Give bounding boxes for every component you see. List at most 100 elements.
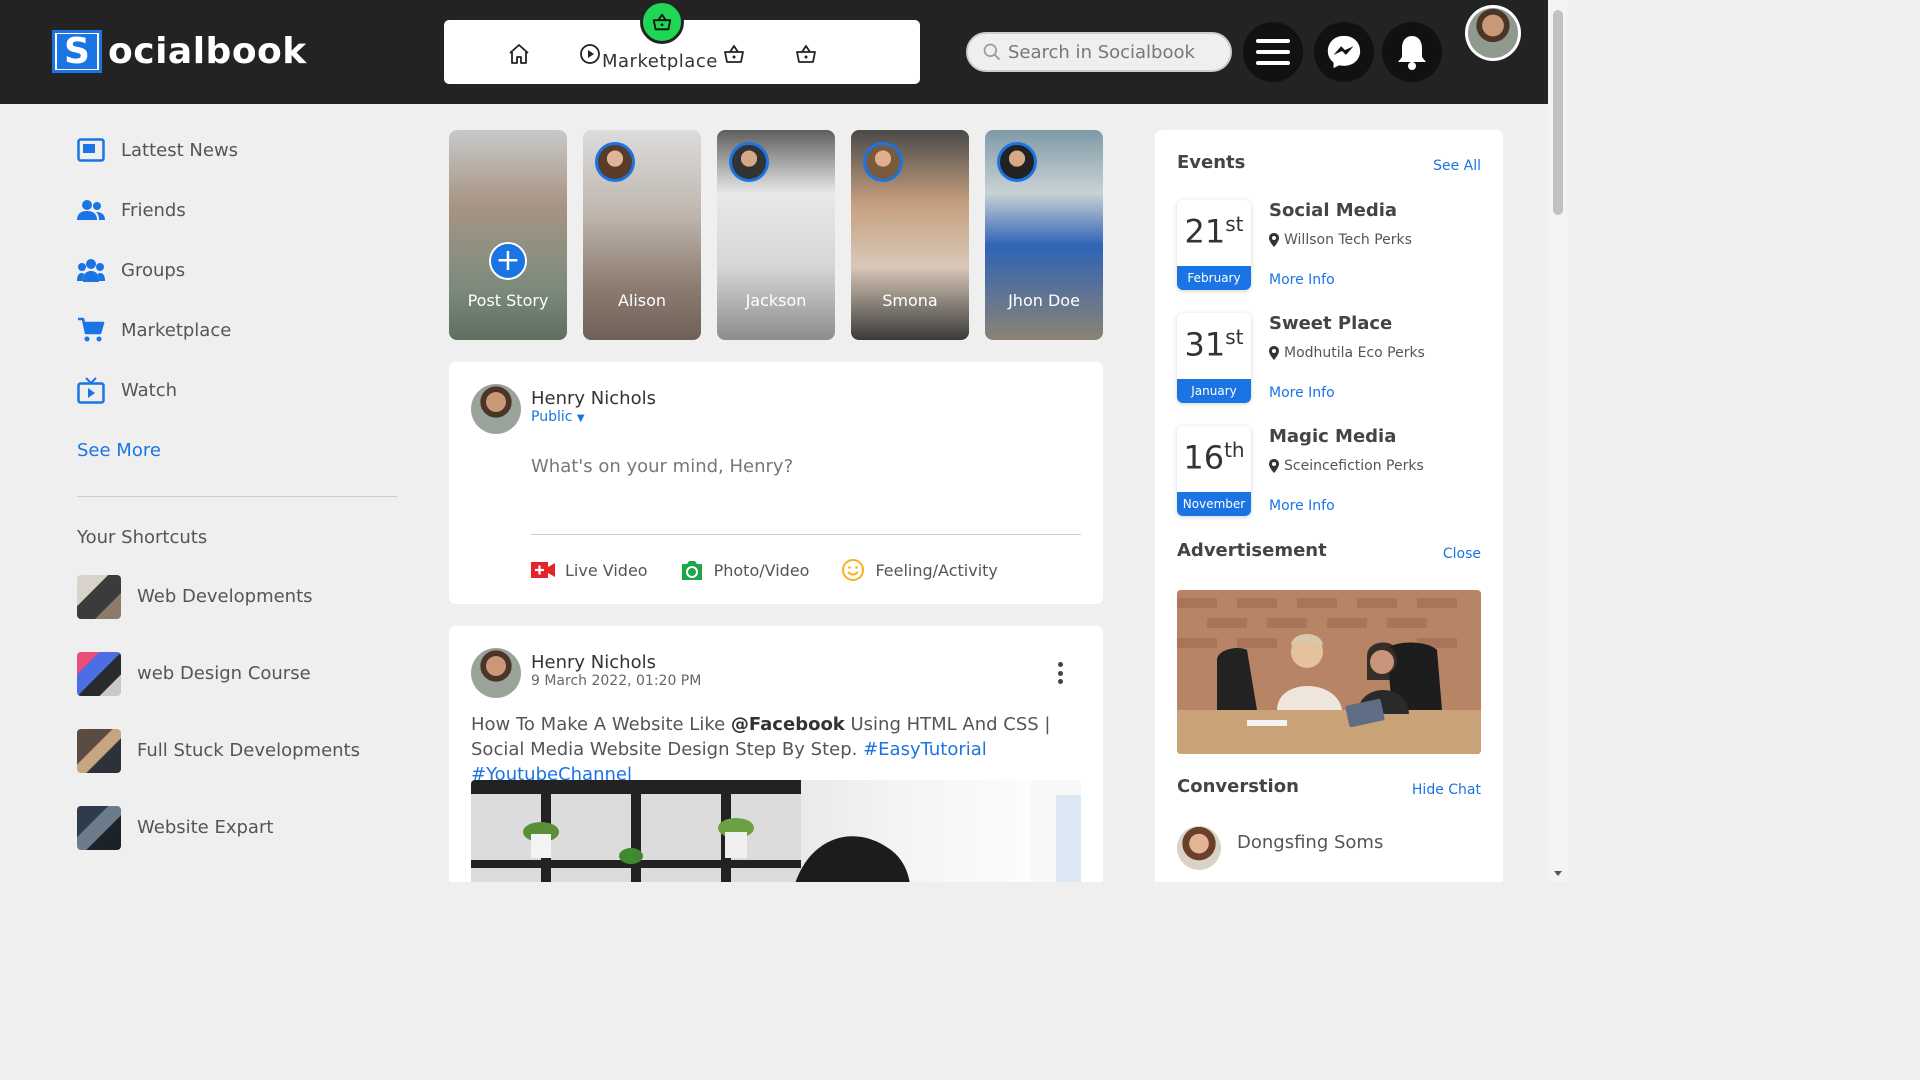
avatar[interactable] — [471, 384, 521, 434]
camera-icon — [681, 561, 702, 580]
add-story-icon[interactable]: + — [489, 242, 527, 280]
menu-button[interactable] — [1243, 22, 1303, 82]
divider — [77, 496, 397, 497]
action-label: Photo/Video — [713, 560, 810, 580]
shortcut-item[interactable]: web Design Course — [77, 635, 397, 712]
chat-contact-name: Dongsfing Soms — [1237, 831, 1384, 853]
shortcut-item[interactable]: Full Stuck Developments — [77, 712, 397, 789]
feeling-activity-button[interactable]: Feeling/Activity — [841, 558, 998, 582]
messenger-button[interactable] — [1314, 22, 1374, 82]
top-navbar: S ocialbook Marketplace — [0, 0, 1548, 104]
basket-icon[interactable] — [794, 42, 818, 66]
notifications-button[interactable] — [1382, 22, 1442, 82]
user-name[interactable]: Henry Nichols — [531, 388, 656, 409]
event-month: February — [1177, 266, 1251, 290]
more-info-link[interactable]: More Info — [1269, 272, 1335, 288]
photo-video-button[interactable]: Photo/Video — [680, 558, 810, 582]
live-video-button[interactable]: Live Video — [531, 558, 648, 582]
more-info-link[interactable]: More Info — [1269, 498, 1335, 514]
logo-mark: S — [52, 30, 102, 73]
basket-icon — [652, 13, 672, 31]
marketplace-nav-active[interactable] — [640, 0, 684, 44]
shortcut-item[interactable]: Website Expart — [77, 789, 397, 866]
post-text-part: How To Make A Website Like — [471, 714, 731, 735]
hashtag-link[interactable]: #EasyTutorial — [863, 739, 987, 760]
profile-avatar[interactable] — [1465, 5, 1521, 61]
search-icon — [983, 43, 1001, 61]
avatar[interactable] — [471, 648, 521, 698]
sidebar-item-label: Marketplace — [121, 319, 232, 341]
messenger-icon — [1327, 35, 1361, 69]
map-pin-icon — [1269, 459, 1279, 473]
user-name[interactable]: Henry Nichols — [531, 652, 701, 673]
chat-contact[interactable]: Dongsfing Soms — [1177, 826, 1383, 870]
advertisement-image[interactable] — [1177, 590, 1481, 754]
event-location-text: Modhutila Eco Perks — [1284, 345, 1425, 361]
sidebar-item-friends[interactable]: Friends — [77, 180, 397, 240]
play-icon[interactable] — [578, 42, 602, 66]
sidebar-item-marketplace[interactable]: Marketplace — [77, 300, 397, 360]
event-item: 16th November Magic Media Sceincefiction… — [1177, 426, 1487, 516]
advertisement-title: Advertisement — [1177, 540, 1327, 561]
more-options-icon[interactable] — [1057, 662, 1063, 684]
post-image[interactable] — [471, 780, 1081, 882]
shortcut-thumbnail — [77, 574, 121, 619]
action-label: Feeling/Activity — [875, 560, 998, 580]
shortcut-label: Full Stuck Developments — [137, 740, 360, 761]
privacy-selector[interactable]: Public ▼ — [531, 409, 656, 425]
story-card[interactable]: Smona — [851, 130, 969, 340]
event-day: 16 — [1183, 438, 1225, 477]
event-title: Magic Media — [1269, 426, 1397, 447]
stories-row: + Post Story Alison Jackson Smona Jhon D… — [449, 130, 1103, 340]
mention-link[interactable]: @Facebook — [731, 714, 845, 735]
sidebar-item-news[interactable]: Lattest News — [77, 120, 397, 180]
map-pin-icon — [1269, 233, 1279, 247]
event-date: 16th November — [1177, 426, 1251, 516]
composer-input[interactable]: What's on your mind, Henry? — [531, 456, 793, 477]
search-input[interactable] — [1008, 41, 1218, 63]
scrollbar-thumb[interactable] — [1553, 10, 1563, 215]
page-scrollbar[interactable] — [1548, 0, 1568, 882]
shortcut-thumbnail — [77, 805, 121, 850]
shortcut-item[interactable]: Web Developments — [77, 558, 397, 635]
sidebar-item-watch[interactable]: Watch — [77, 360, 397, 420]
story-avatar — [997, 142, 1037, 182]
action-label: Live Video — [565, 560, 648, 580]
story-avatar — [729, 142, 769, 182]
avatar — [1468, 8, 1518, 58]
event-item: 31st January Sweet Place Modhutila Eco P… — [1177, 313, 1487, 403]
smile-icon — [842, 559, 865, 581]
event-day: 31 — [1184, 325, 1226, 364]
story-name: Smona — [882, 291, 938, 310]
tv-icon — [77, 376, 105, 404]
story-card[interactable]: Alison — [583, 130, 701, 340]
post-date: 9 March 2022, 01:20 PM — [531, 673, 702, 689]
sidebar-item-label: Groups — [121, 259, 186, 281]
menu-icon — [1256, 39, 1290, 65]
divider — [531, 534, 1081, 535]
story-card[interactable]: Jackson — [717, 130, 835, 340]
logo[interactable]: S ocialbook — [52, 30, 307, 73]
scroll-down-arrow-icon[interactable] — [1554, 871, 1562, 876]
hide-chat-link[interactable]: Hide Chat — [1412, 782, 1481, 798]
sidebar-item-groups[interactable]: Groups — [77, 240, 397, 300]
right-sidebar: Events See All 21st February Social Medi… — [1155, 130, 1503, 882]
see-all-link[interactable]: See All — [1433, 158, 1481, 174]
event-location-text: Sceincefiction Perks — [1284, 458, 1424, 474]
story-avatar — [863, 142, 903, 182]
home-icon[interactable] — [507, 42, 531, 66]
shortcuts-title: Your Shortcuts — [77, 527, 208, 548]
logo-text: ocialbook — [108, 31, 307, 72]
story-post[interactable]: + Post Story — [449, 130, 567, 340]
close-ad-link[interactable]: Close — [1443, 546, 1481, 562]
story-name: Alison — [617, 291, 667, 310]
basket-icon[interactable] — [722, 42, 746, 66]
see-more-link[interactable]: See More — [77, 420, 397, 480]
nav-active-label: Marketplace — [602, 51, 718, 72]
story-card[interactable]: Jhon Doe — [985, 130, 1103, 340]
more-info-link[interactable]: More Info — [1269, 385, 1335, 401]
story-name: Jhon Doe — [1008, 291, 1080, 310]
groups-icon — [77, 256, 105, 284]
search-bar[interactable] — [966, 32, 1232, 72]
shortcut-label: web Design Course — [137, 663, 311, 684]
